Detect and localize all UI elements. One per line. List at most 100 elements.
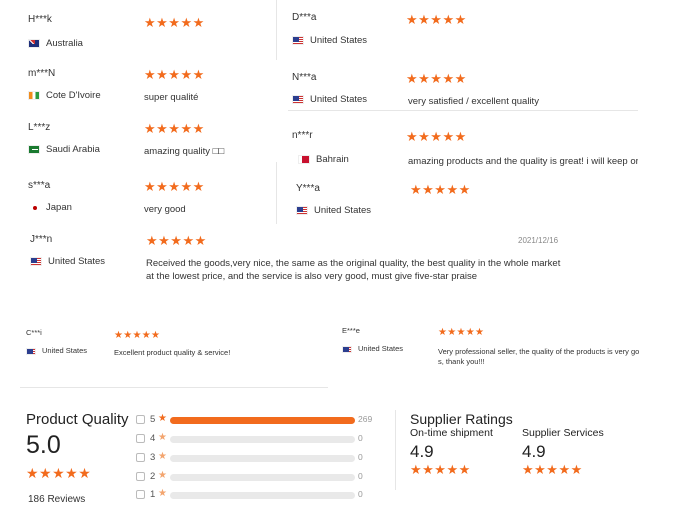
reviewer-country: United States bbox=[26, 346, 87, 355]
rating-bar-track bbox=[170, 492, 355, 499]
supplier-services-label: Supplier Services bbox=[522, 427, 604, 439]
column-divider bbox=[276, 0, 277, 60]
us-flag-icon bbox=[342, 345, 352, 353]
rating-level-label: 3 bbox=[150, 452, 156, 463]
rating-stars: ★★★★★ bbox=[144, 121, 205, 136]
us-flag-icon bbox=[296, 205, 308, 215]
summary-divider bbox=[395, 410, 396, 490]
rating-stars: ★★★★★ bbox=[406, 129, 467, 144]
product-quality-stars: ★★★★★ bbox=[26, 465, 92, 481]
review-count: 186 Reviews bbox=[28, 494, 86, 505]
review-date: 2021/12/16 bbox=[518, 236, 559, 245]
rating-row-3[interactable]: 3 ★ 0 bbox=[136, 451, 376, 466]
supplier-ratings-title: Supplier Ratings bbox=[410, 411, 513, 427]
rating-count: 0 bbox=[358, 433, 363, 443]
rating-row-2[interactable]: 2 ★ 0 bbox=[136, 470, 376, 485]
us-flag-icon bbox=[30, 256, 42, 266]
rating-count: 0 bbox=[358, 489, 363, 499]
reviewer-name: L***z bbox=[28, 122, 51, 133]
review-comment: super qualité bbox=[144, 92, 199, 103]
star-icon: ★ bbox=[158, 488, 167, 499]
saudi-arabia-flag-icon bbox=[28, 144, 40, 154]
reviewer-country: Cote D'Ivoire bbox=[28, 90, 101, 101]
star-icon: ★ bbox=[158, 470, 167, 481]
review-comment: at the lowest price, and the service is … bbox=[146, 271, 478, 282]
column-divider bbox=[276, 162, 277, 224]
reviewer-country: Saudi Arabia bbox=[28, 144, 100, 155]
australia-flag-icon bbox=[28, 38, 40, 48]
star-icon: ★ bbox=[158, 451, 167, 462]
reviewer-country: Bahrain bbox=[298, 154, 349, 165]
rating-count: 0 bbox=[358, 452, 363, 462]
reviewer-name: s***a bbox=[28, 180, 51, 191]
rating-level-label: 1 bbox=[150, 489, 156, 500]
review-comment: s, thank you!!! bbox=[438, 357, 485, 366]
review-comment: Received the goods,very nice, the same a… bbox=[146, 258, 561, 269]
rating-filter-checkbox[interactable] bbox=[136, 472, 145, 481]
reviewer-name: C***i bbox=[26, 328, 42, 337]
rating-stars: ★★★★★ bbox=[144, 67, 205, 82]
us-flag-icon bbox=[292, 35, 304, 45]
supplier-services-stars: ★★★★★ bbox=[522, 462, 583, 477]
reviewer-country: United States bbox=[30, 256, 105, 267]
rating-row-5[interactable]: 5 ★ 269 bbox=[136, 413, 376, 428]
review-comment: Excellent product quality & service! bbox=[114, 348, 231, 357]
rating-row-1[interactable]: 1 ★ 0 bbox=[136, 488, 376, 503]
reviewer-name: n***r bbox=[292, 130, 313, 141]
rating-count: 269 bbox=[358, 414, 373, 424]
reviewer-name: H***k bbox=[28, 14, 52, 25]
reviewer-name: D***a bbox=[292, 12, 317, 23]
reviewer-name: m***N bbox=[28, 68, 56, 79]
rating-bar-track bbox=[170, 474, 355, 481]
reviewer-name: E***e bbox=[342, 326, 360, 335]
rating-stars: ★★★★★ bbox=[146, 233, 207, 248]
rating-stars: ★★★★★ bbox=[114, 330, 161, 341]
star-icon: ★ bbox=[158, 432, 167, 443]
ontime-shipment-label: On-time shipment bbox=[410, 427, 493, 439]
cote-divoire-flag-icon bbox=[28, 90, 40, 100]
rating-bar-track bbox=[170, 436, 355, 443]
row-divider bbox=[20, 387, 328, 388]
rating-level-label: 2 bbox=[150, 471, 156, 482]
star-icon: ★ bbox=[158, 413, 167, 424]
ontime-shipment-stars: ★★★★★ bbox=[410, 462, 471, 477]
us-flag-icon bbox=[26, 347, 36, 355]
review-comment: very satisfied / excellent quality bbox=[408, 96, 539, 107]
reviewer-country: Australia bbox=[28, 38, 83, 49]
supplier-services-score: 4.9 bbox=[522, 442, 546, 461]
rating-bar-track bbox=[170, 417, 355, 424]
rating-bar-track bbox=[170, 455, 355, 462]
rating-bar-fill bbox=[170, 417, 355, 424]
reviewer-country: United States bbox=[342, 344, 403, 353]
reviewer-country: Japan bbox=[28, 202, 72, 213]
rating-stars: ★★★★★ bbox=[144, 179, 205, 194]
rating-filter-checkbox[interactable] bbox=[136, 453, 145, 462]
reviewer-country: United States bbox=[296, 205, 371, 216]
rating-filter-checkbox[interactable] bbox=[136, 415, 145, 424]
reviewer-country: United States bbox=[292, 94, 367, 105]
rating-row-4[interactable]: 4 ★ 0 bbox=[136, 432, 376, 447]
review-comment: very good bbox=[144, 204, 186, 215]
rating-level-label: 5 bbox=[150, 414, 156, 425]
review-comment: amazing products and the quality is grea… bbox=[408, 156, 638, 167]
product-quality-title: Product Quality bbox=[26, 411, 129, 428]
rating-stars: ★★★★★ bbox=[406, 12, 467, 27]
ontime-shipment-score: 4.9 bbox=[410, 442, 434, 461]
rating-filter-checkbox[interactable] bbox=[136, 490, 145, 499]
reviewer-name: Y***a bbox=[296, 183, 320, 194]
rating-count: 0 bbox=[358, 471, 363, 481]
review-comment: amazing quality □□ bbox=[144, 146, 225, 157]
japan-flag-icon bbox=[28, 202, 40, 212]
rating-stars: ★★★★★ bbox=[144, 15, 205, 30]
product-quality-score: 5.0 bbox=[26, 431, 61, 459]
reviewer-name: N***a bbox=[292, 72, 317, 83]
rating-stars: ★★★★★ bbox=[410, 182, 471, 197]
reviewer-country: United States bbox=[292, 35, 367, 46]
rating-level-label: 4 bbox=[150, 433, 156, 444]
rating-filter-checkbox[interactable] bbox=[136, 434, 145, 443]
review-item: H***k bbox=[28, 14, 52, 25]
us-flag-icon bbox=[292, 94, 304, 104]
rating-stars: ★★★★★ bbox=[438, 327, 485, 338]
rating-stars: ★★★★★ bbox=[406, 71, 467, 86]
reviewer-name: J***n bbox=[30, 234, 53, 245]
